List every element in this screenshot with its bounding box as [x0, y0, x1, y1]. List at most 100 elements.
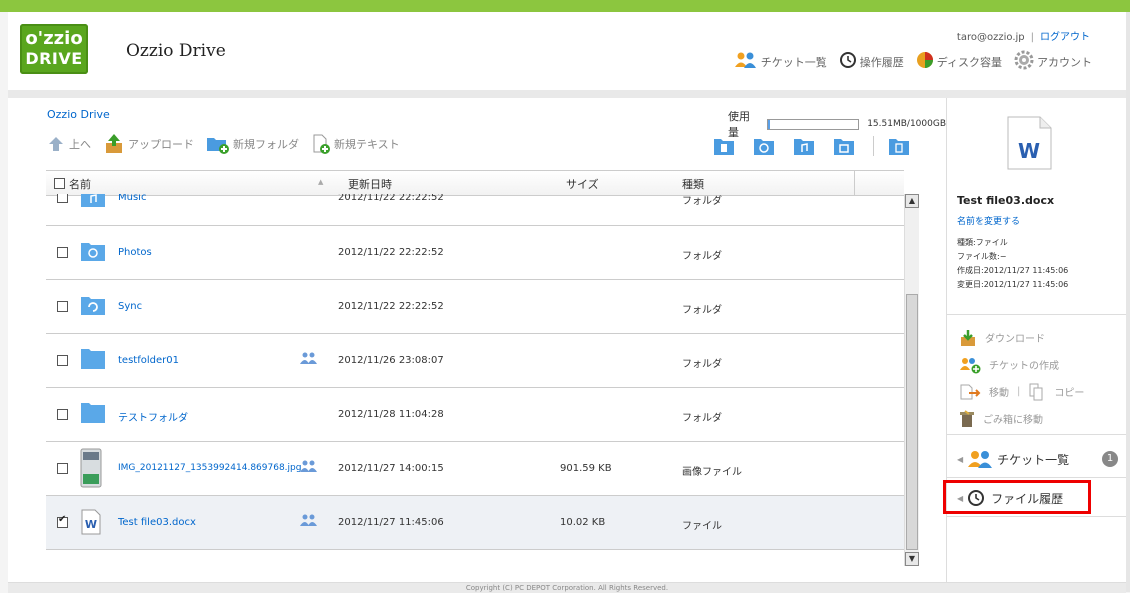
- row-checkbox[interactable]: [57, 463, 68, 475]
- photo-folder-icon: [80, 240, 106, 265]
- up-button[interactable]: 上へ: [46, 135, 91, 153]
- pie-chart-icon: [916, 51, 934, 72]
- ticket-count-badge: 1: [1102, 451, 1118, 467]
- new-text-button[interactable]: 新規テキスト: [311, 134, 400, 154]
- folder-icon: [80, 400, 106, 427]
- header-nav: チケット一覧 操作履歴 ディスク容量 アカウント: [722, 50, 1092, 73]
- upload-button[interactable]: アップロード: [103, 134, 194, 154]
- row-name[interactable]: テストフォルダ: [118, 409, 188, 424]
- nav-account[interactable]: アカウント: [1014, 50, 1092, 73]
- scroll-thumb[interactable]: [906, 294, 918, 550]
- table-row[interactable]: テストフォルダ 2012/11/28 11:04:28 フォルダ: [46, 388, 904, 442]
- column-type[interactable]: 種類: [682, 176, 704, 192]
- header-divider: [8, 90, 1126, 98]
- file-list: Music 2012/11/22 22:22:52 フォルダ Photos 20…: [46, 194, 904, 566]
- logout-link[interactable]: ログアウト: [1040, 32, 1090, 43]
- row-type: フォルダ: [682, 413, 722, 424]
- nav-tickets[interactable]: チケット一覧: [734, 51, 827, 72]
- create-ticket-action[interactable]: チケットの作成: [959, 351, 1084, 378]
- row-date: 2012/11/27 14:00:15: [338, 463, 444, 474]
- row-type: フォルダ: [682, 251, 722, 262]
- file-meta: 種類:ファイル ファイル数:− 作成日:2012/11/27 11:45:06 …: [957, 236, 1068, 292]
- svg-text:W: W: [85, 518, 97, 531]
- row-type: フォルダ: [682, 196, 722, 207]
- row-name[interactable]: Photos: [118, 247, 152, 258]
- move-action[interactable]: 移動: [959, 383, 1009, 401]
- row-date: 2012/11/27 11:45:06: [338, 517, 444, 528]
- table-row-selected[interactable]: W Test file03.docx 2012/11/27 11:45:06 1…: [46, 496, 904, 550]
- music-filter-icon[interactable]: [793, 136, 815, 156]
- row-size: 10.02 KB: [560, 517, 606, 528]
- people-icon: [968, 451, 993, 468]
- rename-link[interactable]: 名前を変更する: [957, 214, 1020, 227]
- video-filter-icon[interactable]: [833, 136, 855, 156]
- nav-disk[interactable]: ディスク容量: [916, 51, 1002, 72]
- footer: Copyright (C) PC DEPOT Corporation. All …: [8, 582, 1126, 593]
- row-name[interactable]: IMG_20121127_1353992414.869768.jpg: [118, 463, 301, 473]
- row-date: 2012/11/22 22:22:52: [338, 194, 444, 203]
- document-filter-icon[interactable]: [713, 136, 735, 156]
- row-checkbox[interactable]: [57, 409, 68, 421]
- nav-disk-label: ディスク容量: [936, 55, 1002, 69]
- breadcrumb[interactable]: Ozzio Drive: [47, 108, 110, 121]
- download-label: ダウンロード: [985, 334, 1045, 345]
- column-name[interactable]: 名前: [69, 176, 91, 192]
- row-checkbox[interactable]: [57, 355, 68, 367]
- logo[interactable]: o'zzio DRIVE: [20, 24, 88, 74]
- nav-history[interactable]: 操作履歴: [839, 51, 904, 72]
- row-date: 2012/11/28 11:04:28: [338, 409, 444, 420]
- trash-action[interactable]: ごみ箱に移動: [959, 405, 1084, 432]
- usage-bar: [767, 118, 860, 130]
- scroll-down-arrow-icon[interactable]: ▼: [905, 552, 919, 566]
- usage-amount: 15.51MB/1000GB: [867, 119, 946, 129]
- row-name[interactable]: Test file03.docx: [118, 517, 196, 528]
- row-checkbox[interactable]: [57, 194, 68, 204]
- create-ticket-label: チケットの作成: [989, 361, 1059, 372]
- scroll-up-arrow-icon[interactable]: ▲: [905, 194, 919, 208]
- nav-account-label: アカウント: [1037, 55, 1092, 69]
- highlight-box: [943, 480, 1091, 514]
- new-folder-button[interactable]: 新規フォルダ: [206, 134, 299, 154]
- word-document-icon: W: [80, 509, 102, 538]
- table-row[interactable]: IMG_20121127_1353992414.869768.jpg 2012/…: [46, 442, 904, 496]
- download-action[interactable]: ダウンロード: [959, 324, 1084, 351]
- up-arrow-icon: [49, 137, 63, 151]
- trash-filter-icon[interactable]: [888, 136, 910, 156]
- list-scrollbar[interactable]: ▲ ▼: [904, 194, 919, 566]
- row-checkbox[interactable]: [57, 514, 68, 529]
- music-folder-icon: [80, 194, 106, 211]
- details-panel: W Test file03.docx 名前を変更する 種類:ファイル ファイル数…: [943, 98, 1126, 582]
- select-all-checkbox[interactable]: [54, 176, 65, 189]
- trash-icon: [960, 409, 974, 427]
- ticket-list-section[interactable]: ◀ チケット一覧 1: [947, 443, 1126, 475]
- table-row[interactable]: Sync 2012/11/22 22:22:52 フォルダ: [46, 280, 904, 334]
- move-label: 移動: [989, 388, 1009, 399]
- table-row[interactable]: Photos 2012/11/22 22:22:52 フォルダ: [46, 226, 904, 280]
- image-thumbnail: [80, 448, 102, 491]
- usage-bar-fill: [768, 119, 770, 129]
- copy-action[interactable]: コピー: [1028, 383, 1084, 401]
- row-type: フォルダ: [682, 305, 722, 316]
- row-checkbox[interactable]: [57, 247, 68, 259]
- row-checkbox[interactable]: [57, 301, 68, 313]
- logo-line2: DRIVE: [25, 49, 83, 68]
- table-header: 名前 ▲ 更新日時 サイズ 種類: [46, 170, 904, 196]
- row-name[interactable]: Music: [118, 194, 146, 203]
- table-row[interactable]: testfolder01 2012/11/26 23:08:07 フォルダ: [46, 334, 904, 388]
- row-name[interactable]: Sync: [118, 301, 142, 312]
- row-date: 2012/11/22 22:22:52: [338, 247, 444, 258]
- detail-file-name: Test file03.docx: [957, 194, 1055, 207]
- column-size[interactable]: サイズ: [566, 176, 599, 192]
- table-row[interactable]: Music 2012/11/22 22:22:52 フォルダ: [46, 194, 904, 226]
- people-icon: [734, 51, 758, 72]
- move-copy-actions: 移動 | コピー: [959, 378, 1084, 405]
- row-name[interactable]: testfolder01: [118, 355, 179, 366]
- row-type: ファイル: [682, 521, 722, 532]
- meta-type: 種類:ファイル: [957, 238, 1008, 247]
- row-size: 901.59 KB: [560, 463, 612, 474]
- ticket-list-label: チケット一覧: [997, 452, 1070, 467]
- new-folder-icon: [207, 138, 229, 154]
- photo-filter-icon[interactable]: [753, 136, 775, 156]
- column-modified[interactable]: 更新日時: [348, 176, 392, 192]
- svg-text:W: W: [1018, 139, 1040, 163]
